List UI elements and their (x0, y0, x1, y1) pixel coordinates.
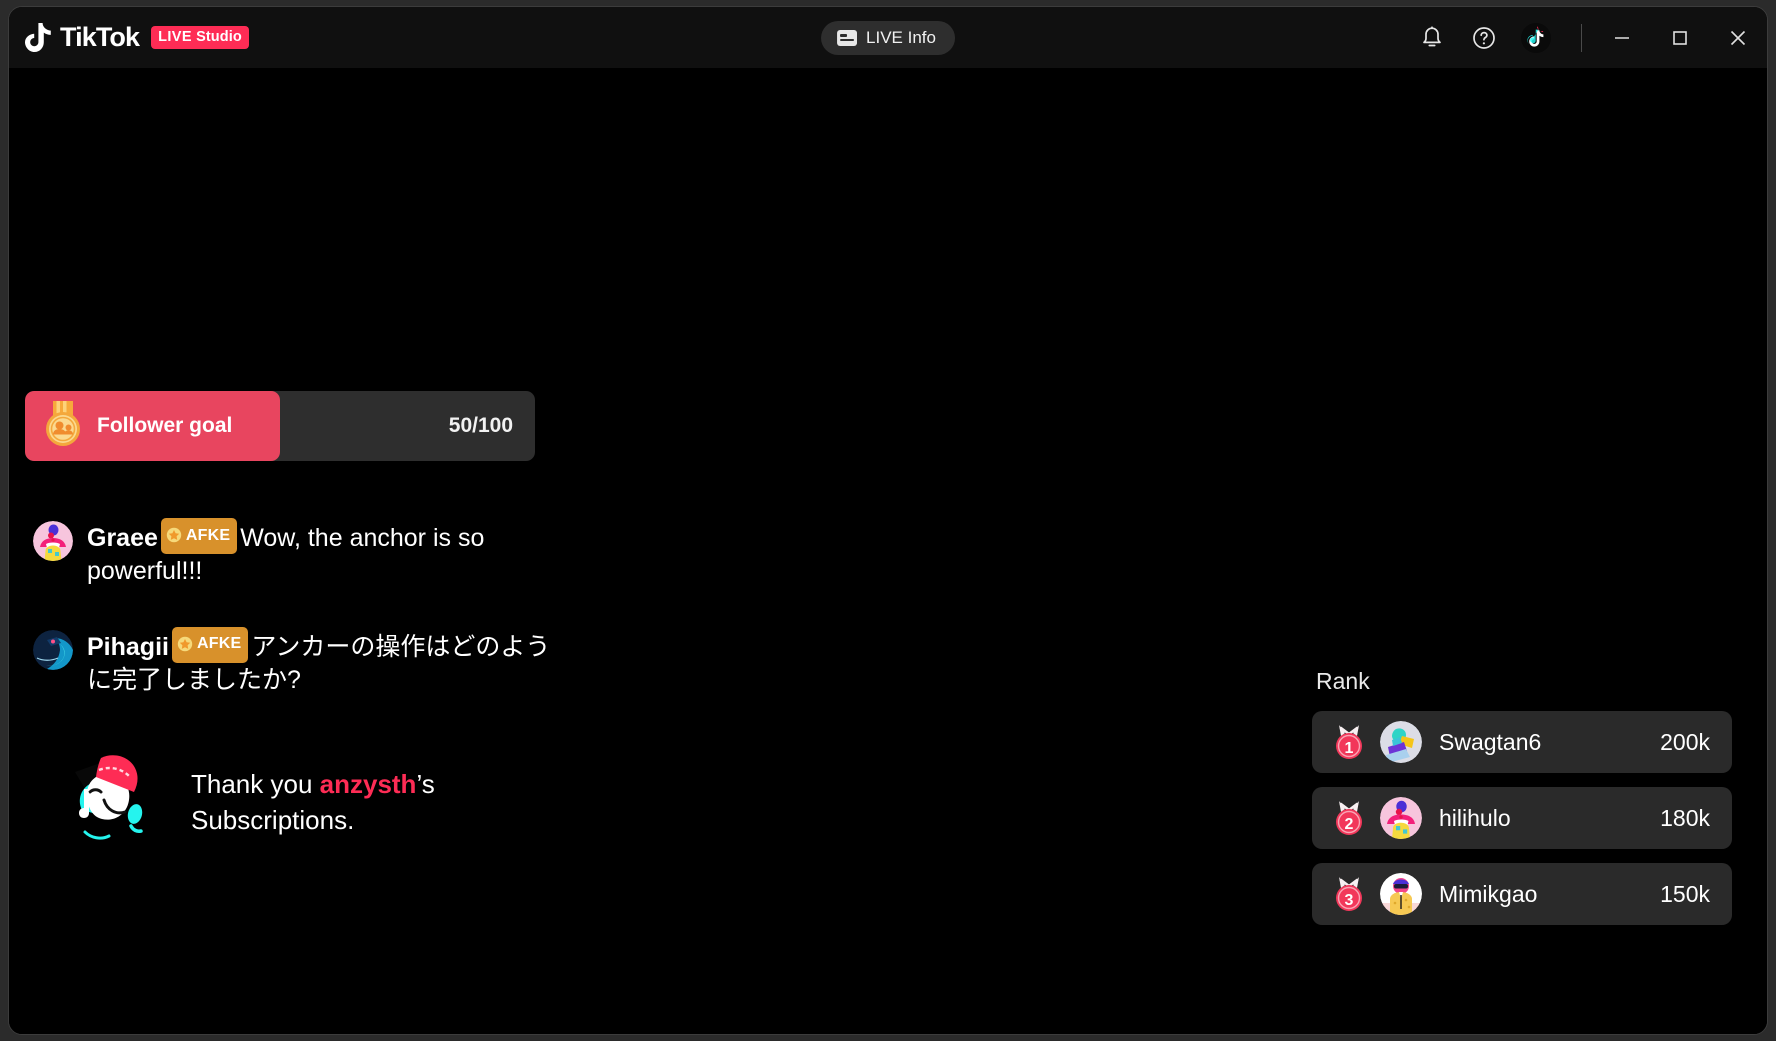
rank-score: 200k (1660, 728, 1710, 755)
chat-message-list: Graee AFKE Wow, the anchor is so powerful!… (33, 518, 563, 735)
rank-medal-number: 1 (1345, 740, 1354, 757)
window-maximize-button[interactable] (1651, 7, 1709, 68)
rank-username: Mimikgao (1439, 880, 1538, 907)
follower-goal-left-group: Follower goal (25, 400, 233, 452)
rank-medal-number: 3 (1345, 892, 1354, 909)
rank-title: Rank (1316, 668, 1370, 694)
rank-medal-icon: 3 (1330, 874, 1368, 914)
chat-username[interactable]: Graee (87, 524, 158, 552)
notifications-bell-icon[interactable] (1406, 7, 1458, 68)
brand-wordmark: TikTok (60, 22, 140, 52)
rank-score: 150k (1660, 880, 1710, 907)
chat-message-body: Graee AFKE Wow, the anchor is so powerful!… (87, 518, 563, 589)
rank-panel: Rank 1 Swagtan6 200k 2 hilihulo 180k 3 M… (1312, 668, 1732, 939)
rank-medal-icon: 2 (1330, 798, 1368, 838)
brand-logo: TikTok LIVE Studio (25, 7, 249, 68)
subscription-toast: Thank you anzysth’s Subscriptions. (49, 748, 521, 858)
follower-goal-label: Follower goal (97, 414, 233, 437)
tiktok-account-icon[interactable] (1510, 7, 1562, 68)
avatar[interactable] (1380, 797, 1422, 839)
stream-preview-stage: Follower goal 50/100 Graee AFKE Wow, the… (9, 68, 1767, 1034)
live-info-icon (837, 30, 858, 46)
chat-badge: AFKE (171, 626, 249, 663)
follower-goal-widget[interactable]: Follower goal 50/100 (25, 391, 535, 461)
window-close-button[interactable] (1709, 7, 1767, 68)
rank-row[interactable]: 3 Mimikgao 150k (1312, 863, 1732, 925)
rank-score: 180k (1660, 804, 1710, 831)
subscription-prefix: Thank you (191, 769, 320, 800)
rank-row[interactable]: 1 Swagtan6 200k (1312, 711, 1732, 773)
chat-message[interactable]: Graee AFKE Wow, the anchor is so powerful!… (33, 518, 563, 589)
rank-username: hilihulo (1439, 804, 1511, 831)
live-studio-badge: LIVE Studio (151, 26, 249, 49)
help-question-icon[interactable] (1458, 7, 1510, 68)
titlebar: TikTok LIVE Studio LIVE Info (9, 7, 1767, 68)
avatar[interactable] (33, 521, 73, 561)
follower-goal-medal-icon (42, 400, 84, 452)
titlebar-actions (1406, 7, 1767, 68)
chat-badge-label: AFKE (185, 526, 231, 544)
follower-goal-progress-text: 50/100 (448, 414, 513, 437)
chat-message[interactable]: Pihagii AFKE アンカーの操作はどのように完了しましたか? (33, 626, 563, 698)
star-icon (177, 628, 193, 661)
rank-medal-icon: 1 (1330, 722, 1368, 762)
chat-badge-label: AFKE (196, 635, 242, 653)
window-minimize-button[interactable] (1593, 7, 1651, 68)
live-info-button[interactable]: LIVE Info (821, 21, 955, 55)
rank-medal-number: 2 (1345, 816, 1354, 833)
tiktok-note-icon (25, 23, 51, 52)
chat-message-body: Pihagii AFKE アンカーの操作はどのように完了しましたか? (87, 626, 563, 698)
star-icon (166, 519, 182, 552)
subscription-message: Thank you anzysth’s Subscriptions. (191, 767, 521, 839)
live-info-label: LIVE Info (866, 28, 936, 47)
avatar[interactable] (33, 629, 73, 670)
rank-row[interactable]: 2 hilihulo 180k (1312, 787, 1732, 849)
chat-badge: AFKE (160, 518, 238, 555)
titlebar-divider (1581, 23, 1582, 52)
badge-studio-text: Studio (196, 29, 242, 45)
avatar[interactable] (1380, 721, 1422, 763)
badge-live-text: LIVE (158, 29, 192, 45)
chat-username[interactable]: Pihagii (87, 633, 169, 661)
avatar[interactable] (1380, 873, 1422, 915)
tiktok-mascot-icon (49, 748, 171, 858)
subscription-username[interactable]: anzysth (320, 769, 417, 799)
live-studio-window: TikTok LIVE Studio LIVE Info Follower go… (8, 6, 1768, 1035)
rank-username: Swagtan6 (1439, 728, 1542, 755)
